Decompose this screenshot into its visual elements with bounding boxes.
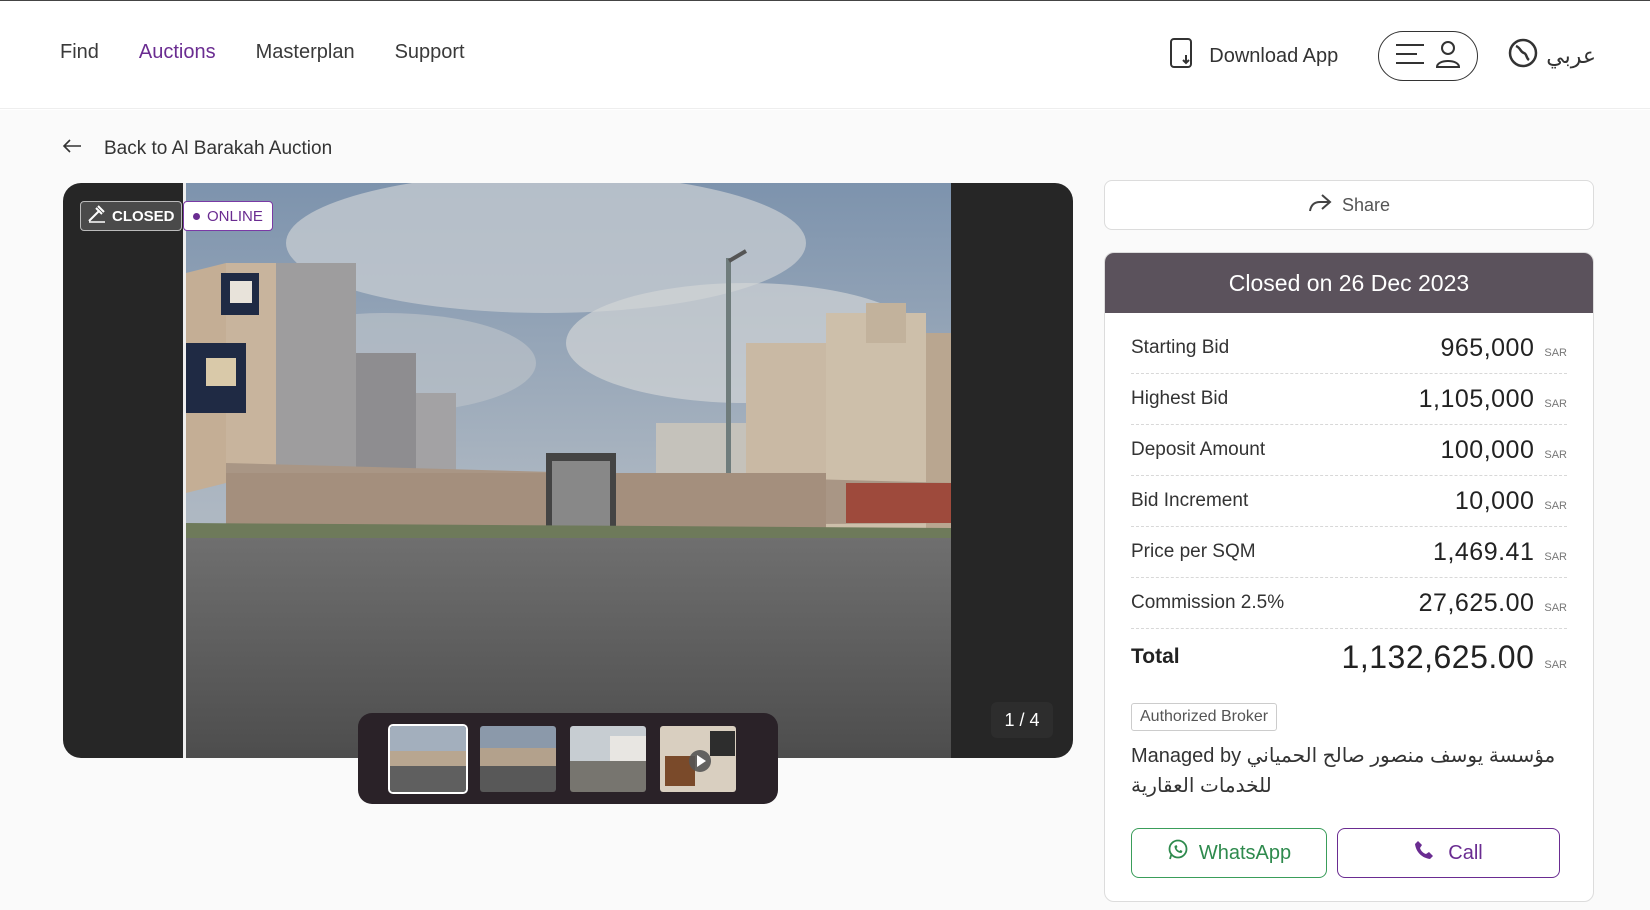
whatsapp-label: WhatsApp — [1198, 841, 1292, 864]
online-dot-icon — [193, 212, 200, 220]
user-menu-button[interactable] — [1378, 31, 1479, 81]
thumbnail-2[interactable] — [478, 724, 558, 794]
row-value: 10,000 — [1454, 486, 1535, 515]
back-link[interactable]: Back to Al Barakah Auction — [62, 138, 332, 160]
total-label: Total — [1131, 645, 1180, 668]
globe-icon — [1508, 38, 1538, 74]
currency-label: SAR — [1544, 346, 1567, 359]
whatsapp-button[interactable]: WhatsApp — [1131, 828, 1327, 878]
auction-summary-card: Closed on 26 Dec 2023 Starting Bid 965,0… — [1104, 252, 1594, 902]
user-icon — [1435, 40, 1461, 73]
row-value: 100,000 — [1440, 435, 1535, 464]
row-value: 1,105,000 — [1418, 384, 1535, 413]
image-gallery[interactable]: CLOSED ONLINE 1 / 4 — [63, 183, 1073, 758]
top-header: Find Auctions Masterplan Support Downloa… — [0, 1, 1650, 109]
authorized-broker-tag: Authorized Broker — [1131, 703, 1278, 731]
managed-by-text: Managed by مؤسسة يوسف منصور صالح الحميان… — [1131, 745, 1556, 797]
main-nav: Find Auctions Masterplan Support — [60, 41, 465, 64]
download-app-button[interactable]: Download App — [1169, 37, 1338, 75]
row-total: Total 1,132,625.00 SAR — [1131, 629, 1567, 685]
language-label: عربي — [1546, 43, 1596, 68]
image-counter: 1 / 4 — [991, 702, 1053, 738]
row-label: Commission 2.5% — [1131, 592, 1285, 613]
share-button[interactable]: Share — [1104, 180, 1594, 230]
phone-icon — [1414, 840, 1434, 866]
nav-masterplan[interactable]: Masterplan — [256, 41, 355, 64]
call-button[interactable]: Call — [1337, 828, 1560, 878]
thumbnail-3[interactable] — [568, 724, 648, 794]
property-photo — [183, 183, 951, 758]
row-value: 1,469.41 — [1433, 537, 1535, 566]
thumbnail-1[interactable] — [388, 723, 468, 794]
thumbnail-strip — [358, 713, 778, 804]
nav-find[interactable]: Find — [60, 41, 99, 64]
row-label: Bid Increment — [1131, 490, 1249, 511]
whatsapp-icon — [1167, 839, 1189, 867]
share-label: Share — [1341, 194, 1391, 215]
row-commission: Commission 2.5% 27,625.00 SAR — [1131, 578, 1567, 629]
row-price-per-sqm: Price per SQM 1,469.41 SAR — [1131, 527, 1567, 578]
online-badge: ONLINE — [183, 201, 273, 231]
row-deposit-amount: Deposit Amount 100,000 SAR — [1131, 425, 1567, 476]
closed-badge: CLOSED — [80, 201, 182, 231]
closed-badge-label: CLOSED — [112, 207, 175, 225]
currency-label: SAR — [1544, 601, 1567, 614]
row-label: Price per SQM — [1131, 541, 1256, 562]
gavel-icon — [87, 205, 107, 227]
arrow-left-icon — [62, 138, 82, 160]
currency-label: SAR — [1544, 550, 1567, 563]
share-arrow-icon — [1308, 193, 1332, 218]
language-switch[interactable]: عربي — [1508, 38, 1596, 74]
online-badge-label: ONLINE — [207, 207, 263, 225]
currency-label: SAR — [1544, 448, 1567, 461]
currency-label: SAR — [1544, 397, 1567, 410]
phone-download-icon — [1169, 37, 1195, 75]
total-value: 1,132,625.00 — [1341, 638, 1535, 675]
row-starting-bid: Starting Bid 965,000 SAR — [1131, 323, 1567, 374]
closed-date-header: Closed on 26 Dec 2023 — [1105, 253, 1593, 313]
nav-support[interactable]: Support — [395, 41, 465, 64]
row-label: Highest Bid — [1131, 388, 1229, 409]
row-label: Starting Bid — [1131, 337, 1230, 358]
row-highest-bid: Highest Bid 1,105,000 SAR — [1131, 374, 1567, 425]
currency-label: SAR — [1544, 658, 1567, 671]
row-value: 27,625.00 — [1418, 588, 1535, 617]
row-bid-increment: Bid Increment 10,000 SAR — [1131, 476, 1567, 527]
call-label: Call — [1448, 841, 1483, 864]
thumbnail-4-video[interactable] — [658, 724, 738, 794]
hamburger-icon — [1395, 43, 1425, 70]
row-value: 965,000 — [1440, 333, 1535, 362]
download-app-label: Download App — [1209, 44, 1339, 67]
nav-auctions[interactable]: Auctions — [139, 41, 216, 64]
back-link-label: Back to Al Barakah Auction — [104, 138, 333, 159]
row-label: Deposit Amount — [1131, 439, 1266, 460]
currency-label: SAR — [1544, 499, 1567, 512]
